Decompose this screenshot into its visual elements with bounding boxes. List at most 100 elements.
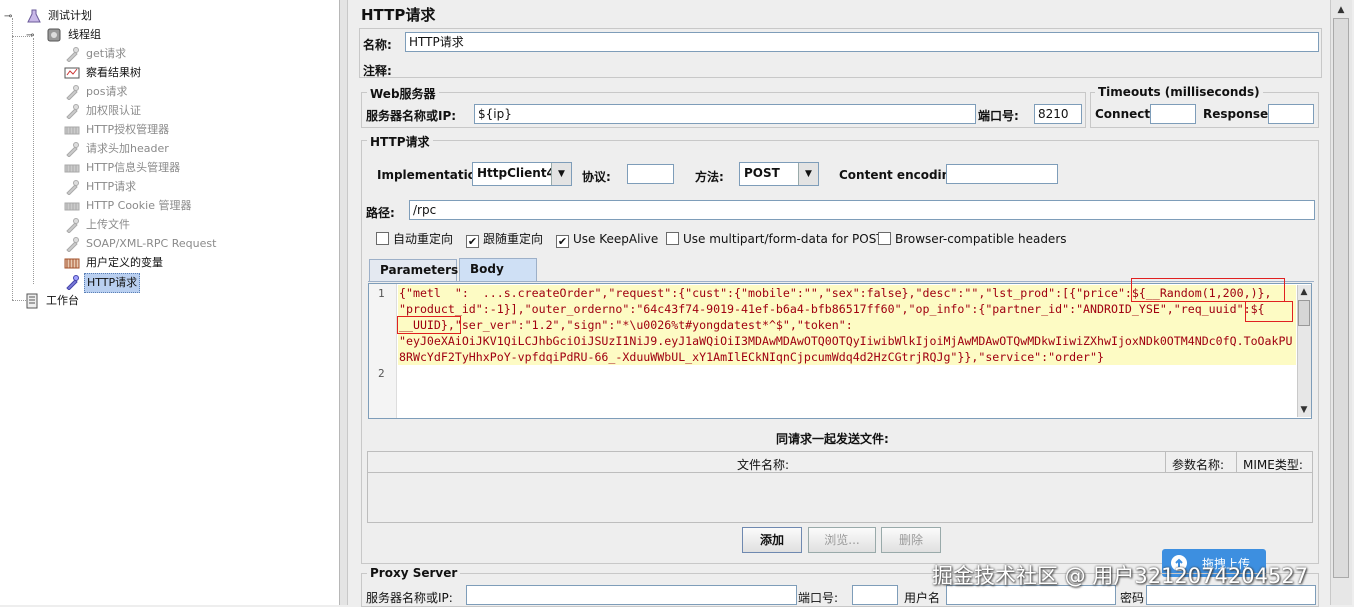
check-icon: ✔	[556, 235, 569, 248]
files-table-header	[368, 452, 1312, 473]
tab-body-data[interactable]: Body Data	[459, 258, 537, 296]
delete-button[interactable]: 删除	[881, 527, 941, 553]
response-timeout-field[interactable]	[1268, 104, 1314, 124]
body-line: 8RWcYdF2TyHhxPoY-vpfdqiPdRU-66_-XduuWWbU…	[399, 350, 1104, 364]
proxy-server-field[interactable]	[466, 585, 797, 605]
tree-item-label: HTTP请求	[84, 273, 141, 293]
checkbox-box	[376, 232, 389, 245]
name-field[interactable]: HTTP请求	[405, 32, 1319, 52]
web-server-legend: Web服务器	[367, 85, 439, 102]
scroll-up-icon[interactable]: ▲	[1295, 284, 1313, 300]
pipette-icon	[66, 85, 79, 100]
tree-item-label: HTTP信息头管理器	[86, 161, 181, 174]
connect-timeout-field[interactable]	[1150, 104, 1196, 124]
path-field[interactable]: /rpc	[409, 200, 1315, 220]
line-number: 2	[378, 367, 385, 380]
tree-item-label: 察看结果树	[86, 66, 141, 79]
proxy-password-label: 密码	[1120, 591, 1145, 605]
method-label: 方法:	[695, 170, 724, 184]
column-divider	[1165, 452, 1166, 473]
proxy-legend: Proxy Server	[367, 566, 461, 580]
protocol-field[interactable]	[627, 164, 674, 184]
comment-field[interactable]	[405, 58, 1319, 78]
browser-headers-checkbox[interactable]: Browser-compatible headers	[878, 231, 1067, 247]
checkbox-label: Use KeepAlive	[573, 232, 659, 246]
pipette-icon	[66, 104, 79, 119]
keepalive-checkbox[interactable]: ✔ Use KeepAlive	[556, 231, 659, 248]
multipart-checkbox[interactable]: Use multipart/form-data for POST	[666, 231, 884, 247]
port-field[interactable]: 8210	[1034, 104, 1082, 124]
watermark: 掘金技术社区 @ 用户3212074204527	[932, 564, 1309, 588]
proxy-port-field[interactable]	[852, 585, 898, 605]
tree-splitter[interactable]	[340, 0, 348, 605]
checkbox-label: Use multipart/form-data for POST	[683, 232, 884, 246]
column-param-name[interactable]: 参数名称:	[1172, 456, 1224, 473]
panel-scrollbar-thumb[interactable]	[1333, 18, 1349, 578]
flask-icon	[27, 9, 41, 23]
scroll-down-icon[interactable]: ▼	[1295, 402, 1313, 418]
proxy-user-label: 用户名	[904, 591, 941, 605]
column-filename[interactable]: 文件名称:	[737, 456, 789, 473]
wrench-icon	[64, 164, 80, 173]
tree-item-label: 线程组	[68, 28, 101, 41]
tree-item-label: SOAP/XML-RPC Request	[86, 237, 217, 250]
tree-item-label: 测试计划	[48, 9, 92, 22]
redirect-auto-checkbox[interactable]: 自动重定向	[376, 231, 453, 247]
content-encoding-label: Content encoding:	[839, 168, 964, 182]
tree-item-label: HTTP Cookie 管理器	[86, 199, 192, 212]
tree-item-label: 请求头加header	[86, 142, 169, 155]
path-label: 路径:	[366, 206, 395, 220]
line-number-gutter	[369, 284, 397, 418]
tree-item-label: 用户定义的变量	[86, 256, 163, 269]
tree-item-label: get请求	[86, 47, 127, 60]
page-title: HTTP请求	[361, 6, 436, 24]
chevron-down-icon[interactable]: ▼	[551, 163, 571, 185]
wrench-icon	[64, 202, 80, 211]
port-label: 端口号:	[978, 109, 1019, 123]
protocol-label: 协议:	[582, 170, 611, 184]
checkbox-label: Browser-compatible headers	[895, 232, 1067, 246]
line-number: 1	[378, 287, 385, 300]
annotation-box	[1131, 278, 1285, 302]
method-value: POST	[744, 166, 780, 180]
pipette-icon	[66, 180, 79, 195]
variables-icon	[64, 258, 80, 269]
tree-item-label: pos请求	[86, 85, 128, 98]
tree-item-label: HTTP授权管理器	[86, 123, 170, 136]
pipette-icon	[66, 218, 79, 233]
checkbox-box	[878, 232, 891, 245]
body-line: __UUID},"ser_ver":"1.2","sign":"*\u0026%…	[399, 318, 853, 332]
checkbox-label: 跟随重定向	[483, 232, 544, 246]
check-icon: ✔	[466, 235, 479, 248]
editor-scrollbar-thumb[interactable]	[1298, 300, 1310, 326]
wrench-icon	[64, 126, 80, 135]
browse-button[interactable]: 浏览...	[808, 527, 876, 553]
checkbox-label: 自动重定向	[393, 232, 454, 246]
comment-label: 注释:	[363, 64, 392, 78]
add-button[interactable]: 添加	[742, 527, 802, 553]
pipette-icon	[66, 237, 79, 252]
implementation-value: HttpClient4	[477, 166, 555, 180]
annotation-box	[397, 316, 461, 334]
implementation-select[interactable]: HttpClient4 ▼	[472, 162, 572, 186]
files-heading: 同请求一起发送文件:	[776, 432, 889, 446]
content-encoding-field[interactable]	[946, 164, 1058, 184]
follow-redirects-checkbox[interactable]: ✔ 跟随重定向	[466, 231, 544, 248]
tab-parameters[interactable]: Parameters	[369, 259, 458, 281]
tree-item-label: HTTP请求	[86, 180, 137, 193]
column-mime-type[interactable]: MIME类型:	[1243, 456, 1303, 473]
server-name-field[interactable]: ${ip}	[474, 104, 976, 124]
checkbox-box	[666, 232, 679, 245]
proxy-server-label: 服务器名称或IP:	[366, 591, 453, 605]
server-label: 服务器名称或IP:	[366, 109, 457, 123]
pipette-icon	[66, 275, 79, 290]
chart-icon	[64, 67, 80, 79]
response-label: Response:	[1203, 107, 1273, 121]
connect-label: Connect:	[1095, 107, 1155, 121]
http-request-legend: HTTP请求	[367, 133, 433, 150]
scroll-up-icon[interactable]: ▲	[1331, 2, 1351, 18]
tree-item-label: 加权限认证	[86, 104, 141, 117]
body-line: "eyJ0eXAiOiJKV1QiLCJhbGciOiJSUzI1NiJ9.ey…	[399, 334, 1293, 348]
method-select[interactable]: POST ▼	[739, 162, 819, 186]
chevron-down-icon[interactable]: ▼	[798, 163, 818, 185]
